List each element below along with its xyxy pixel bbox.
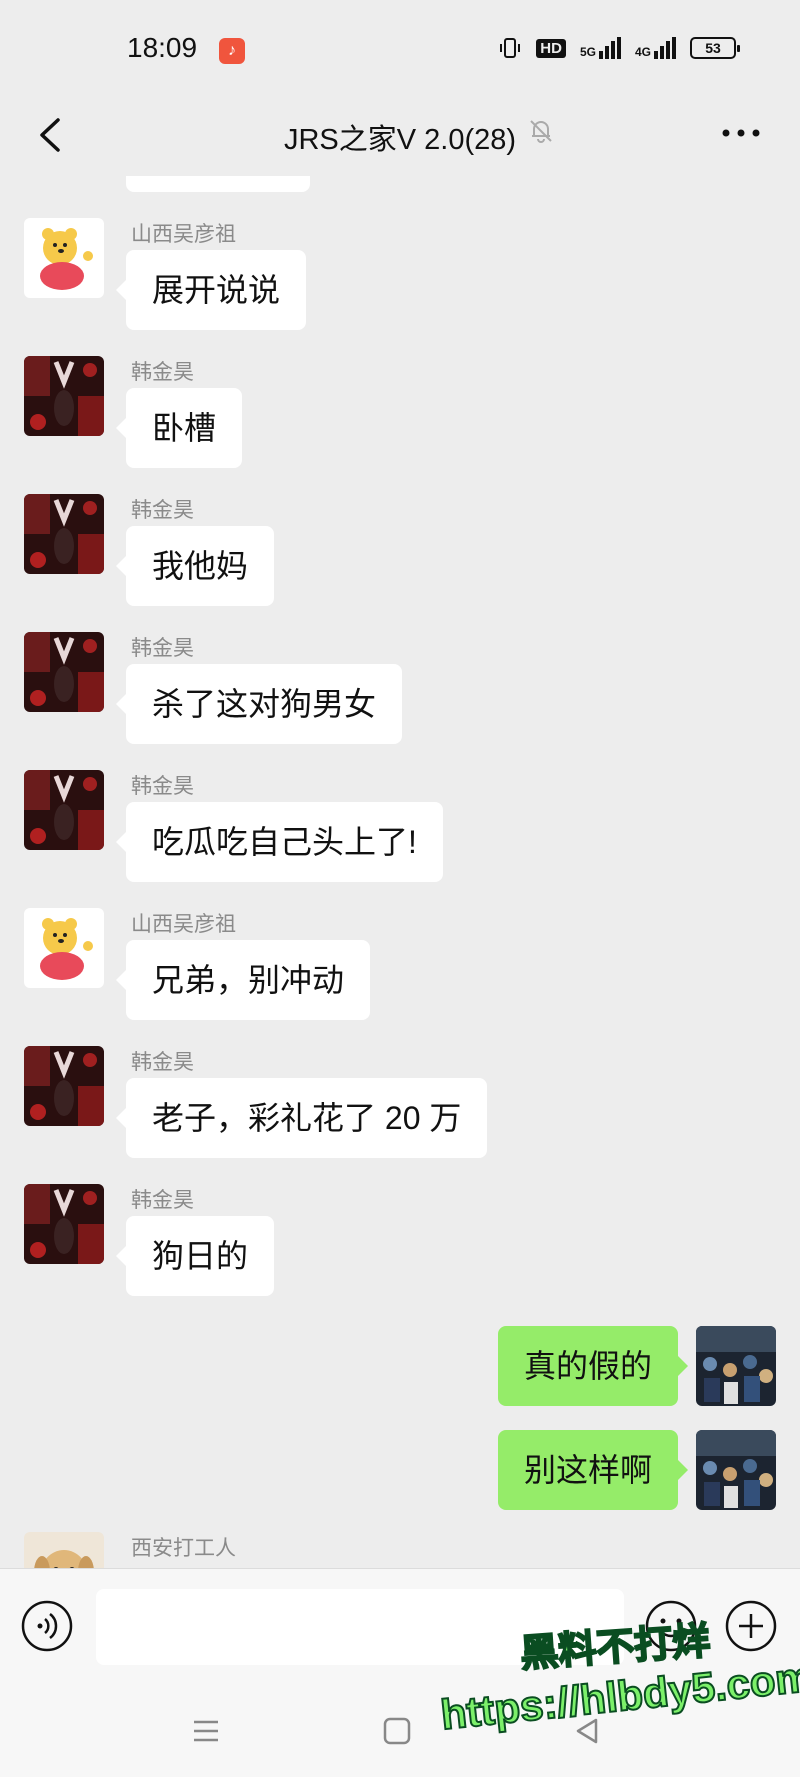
chat-messages[interactable]: 山西吴彦祖 展开说说 韩金昊 卧槽 韩金昊 我他妈 韩金昊 杀了这对狗男女 韩金… — [0, 176, 800, 1568]
crowd-avatar[interactable] — [696, 1430, 776, 1510]
sender-name: 西安打工人 — [131, 1537, 236, 1560]
message-bubble[interactable]: 我他妈 — [115, 526, 275, 606]
home-icon[interactable] — [380, 1714, 414, 1748]
signal-4g-icon — [654, 37, 676, 59]
message-bubble[interactable]: 展开说说 — [115, 250, 307, 330]
sender-name: 韩金昊 — [131, 1051, 194, 1074]
hd-icon: HD — [536, 38, 566, 58]
message-bubble[interactable]: 老子，彩礼花了 20 万 — [115, 1078, 488, 1158]
status-bar: 18:09 ♪ HD 5G 4G 53 — [0, 0, 800, 100]
5g-label: 5G — [579, 45, 596, 59]
mute-bell-icon — [530, 120, 552, 143]
message-bubble[interactable]: 杀了这对狗男女 — [115, 664, 403, 744]
sender-name: 韩金昊 — [131, 637, 194, 660]
chat-title: JRS之家V 2.0(28) — [283, 124, 517, 156]
dark-avatar[interactable] — [24, 1184, 104, 1264]
more-icon[interactable] — [716, 118, 766, 148]
crowd-avatar[interactable] — [696, 1326, 776, 1406]
sender-name: 韩金昊 — [131, 499, 194, 522]
menu-icon[interactable] — [188, 1714, 224, 1748]
status-icons: HD 5G 4G 53 — [498, 36, 740, 60]
sender-name: 韩金昊 — [131, 775, 194, 798]
dark-avatar[interactable] — [24, 632, 104, 712]
status-time: 18:09 — [127, 32, 198, 63]
sender-name: 韩金昊 — [131, 361, 194, 384]
dark-avatar[interactable] — [24, 494, 104, 574]
music-app-icon: ♪ — [219, 38, 245, 64]
signal-5g-icon — [598, 37, 621, 59]
pooh-avatar[interactable] — [24, 908, 104, 988]
vibrate-icon — [500, 38, 521, 58]
battery-icon: 53 — [690, 37, 740, 59]
partial-bubble — [126, 176, 310, 192]
message-bubble[interactable]: 兄弟，别冲动 — [115, 940, 371, 1020]
sender-name: 山西吴彦祖 — [131, 223, 236, 246]
message-bubble[interactable]: 卧槽 — [115, 388, 243, 468]
watermark: 黑料不打烊 https://hlbdy5.com — [438, 1606, 800, 1756]
message-bubble[interactable]: 吃瓜吃自己头上了! — [116, 802, 443, 882]
pooh-avatar[interactable] — [24, 218, 104, 298]
dog-avatar[interactable] — [24, 1532, 104, 1568]
message-bubble-own[interactable]: 别这样啊 — [497, 1430, 689, 1510]
chat-header: JRS之家V 2.0(28) — [0, 100, 800, 176]
sender-name: 山西吴彦祖 — [131, 913, 236, 936]
message-bubble-own[interactable]: 真的假的 — [497, 1326, 689, 1406]
4g-label: 4G — [634, 45, 651, 59]
message-bubble[interactable]: 狗日的 — [115, 1216, 275, 1296]
voice-input-icon[interactable] — [20, 1599, 74, 1653]
dark-avatar[interactable] — [24, 1046, 104, 1126]
dark-avatar[interactable] — [24, 770, 104, 850]
dark-avatar[interactable] — [24, 356, 104, 436]
sender-name: 韩金昊 — [131, 1189, 194, 1212]
